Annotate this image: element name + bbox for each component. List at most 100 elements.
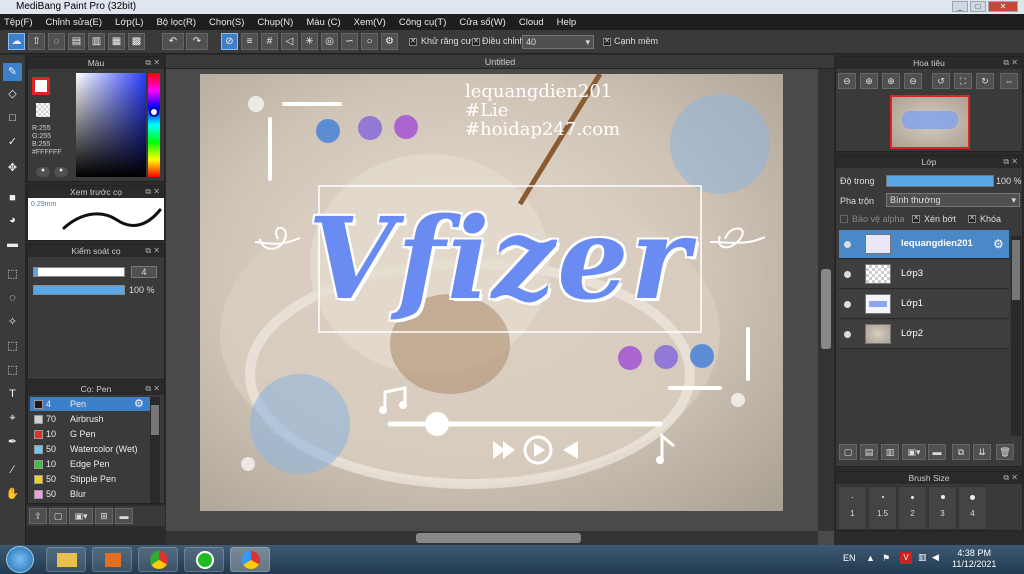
canvas-horizontal-scrollbar[interactable] — [166, 531, 818, 545]
menu-file[interactable]: Tệp(F) — [4, 17, 33, 28]
new-layer-1bit-icon[interactable]: ▥ — [881, 444, 899, 460]
brush-list-scrollbar[interactable] — [150, 397, 160, 503]
background-color-swatch[interactable] — [36, 103, 50, 117]
snap-curve-icon[interactable]: ∽ — [341, 33, 358, 50]
brush-opacity-slider[interactable] — [33, 285, 125, 295]
menu-snap[interactable]: Chụp(N) — [257, 17, 293, 28]
brush-list-item[interactable]: 50 Blur — [30, 487, 150, 501]
snap-off-icon[interactable]: ⊘ — [221, 33, 238, 50]
rotate-right-icon[interactable]: ↻ — [976, 73, 994, 89]
taskbar-media-icon[interactable] — [92, 547, 132, 572]
menu-edit[interactable]: Chỉnh sửa(E) — [46, 17, 103, 28]
hand-tool-icon[interactable]: ✋ — [3, 485, 22, 503]
fill-rect-tool-icon[interactable]: ■ — [3, 189, 22, 207]
eye-icon[interactable] — [844, 331, 851, 338]
gradient-tool-icon[interactable]: ▬ — [3, 235, 22, 253]
canvas-h-scroll-thumb[interactable] — [416, 533, 581, 543]
lasso-tool-icon[interactable]: ◌ — [3, 289, 22, 307]
antialias-checkbox[interactable]: ✕ — [409, 38, 417, 46]
minimize-button[interactable]: _ — [952, 1, 968, 12]
rotate-left-icon[interactable]: ↺ — [932, 73, 950, 89]
duplicate-layer-icon[interactable]: ⧉ — [952, 444, 970, 460]
panel-options-icon[interactable]: ⧉ ✕ — [145, 245, 160, 257]
flip-icon[interactable]: ⇔ — [1000, 73, 1018, 89]
taskbar-chrome-icon[interactable] — [138, 547, 178, 572]
bucket-tool-icon[interactable]: ◕ — [3, 211, 22, 229]
panel-options-icon[interactable]: ⧉ ✕ — [145, 186, 160, 198]
zoom-in-icon[interactable]: ⊕ — [860, 73, 878, 89]
layer-row[interactable]: Lớp3 — [839, 260, 1009, 289]
document-icon[interactable]: ▤ — [68, 33, 85, 50]
menu-layer[interactable]: Lớp(L) — [115, 17, 143, 28]
menu-help[interactable]: Help — [557, 17, 577, 28]
layer-add-menu-icon[interactable]: ▣▾ — [902, 444, 926, 460]
brush-list-item[interactable]: 4 Pen ⚙ — [30, 397, 150, 411]
cloud-icon[interactable]: ☁ — [8, 33, 25, 50]
language-indicator[interactable]: EN — [843, 553, 856, 563]
brush-size-cell[interactable]: 1 — [838, 486, 867, 530]
artwork-canvas[interactable]: lequangdien201 #Lie #hoidap247.com Vfize… — [200, 74, 783, 511]
eye-icon[interactable] — [844, 271, 851, 278]
layer-list-scrollbar[interactable] — [1011, 236, 1021, 436]
new-layer-8bit-icon[interactable]: ▤ — [860, 444, 878, 460]
menu-view[interactable]: Xem(V) — [354, 17, 386, 28]
brush-tool-icon[interactable]: ✎ — [3, 63, 22, 81]
snap-circle-icon[interactable]: ○ — [361, 33, 378, 50]
color-palette-icon[interactable]: ● — [36, 167, 50, 177]
menu-color[interactable]: Màu (C) — [306, 17, 340, 28]
layer-blend-select[interactable]: Bình thường ▾ — [886, 193, 1020, 207]
rectangle-tool-icon[interactable]: □ — [3, 109, 22, 127]
brush-list-item[interactable]: 50 Stipple Pen — [30, 472, 150, 486]
snap-radial-icon[interactable]: ✳ — [301, 33, 318, 50]
eyedropper-tool-icon[interactable]: ⁄ — [3, 461, 22, 479]
panel-options-icon[interactable]: ⧉ ✕ — [1003, 156, 1018, 168]
panel-options-icon[interactable]: ⧉ ✕ — [145, 57, 160, 69]
color-add-icon[interactable]: ● — [54, 167, 68, 177]
brush-list-scroll-thumb[interactable] — [151, 405, 159, 435]
menu-filter[interactable]: Bộ lọc(R) — [156, 17, 196, 28]
flag-icon[interactable]: ⚑ — [882, 553, 890, 564]
snap-concentric-icon[interactable]: ◎ — [321, 33, 338, 50]
pen-tool-icon[interactable]: ✓ — [3, 133, 22, 151]
new-layer-icon[interactable]: ▢ — [839, 444, 857, 460]
layer-scroll-thumb[interactable] — [1012, 240, 1020, 300]
gear-icon[interactable]: ⚙ — [993, 237, 1004, 251]
comment-icon[interactable]: ◌ — [48, 33, 65, 50]
clip-checkbox[interactable]: ✕ — [912, 215, 920, 223]
soft-edge-checkbox[interactable]: ✕ — [603, 38, 611, 46]
panel-options-icon[interactable]: ⧉ ✕ — [1003, 472, 1018, 484]
canvas-tab[interactable]: Untitled — [166, 55, 834, 69]
saturation-picker[interactable] — [76, 73, 146, 177]
brush-list-item[interactable]: 70 Airbrush — [30, 412, 150, 426]
brush-add-icon[interactable]: ⇪ — [29, 508, 47, 524]
redo-icon[interactable]: ↷ — [186, 33, 208, 50]
layer-row[interactable]: Lớp2 — [839, 320, 1009, 349]
canvas-vertical-scrollbar[interactable] — [818, 69, 834, 531]
brush-size-input[interactable]: 4 — [131, 266, 157, 278]
taskbar-app-icon[interactable] — [184, 547, 224, 572]
zoom-plus-icon[interactable]: ⊕ — [882, 73, 900, 89]
text-tool-icon[interactable]: T — [3, 385, 22, 403]
menu-select[interactable]: Chọn(S) — [209, 17, 244, 28]
brush-list-item[interactable]: 10 G Pen — [30, 427, 150, 441]
snap-grid-icon[interactable]: # — [261, 33, 278, 50]
layer-folder-icon[interactable]: ▬ — [928, 444, 946, 460]
zoom-out-icon[interactable]: ⊖ — [838, 73, 856, 89]
layer-row[interactable]: Lớp1 — [839, 290, 1009, 319]
grid-icon[interactable]: ▦ — [108, 33, 125, 50]
brush-size-slider[interactable] — [33, 267, 125, 277]
adjust-checkbox[interactable]: ✕ — [472, 38, 480, 46]
panel-options-icon[interactable]: ⧉ ✕ — [145, 383, 160, 395]
trash-icon[interactable]: 🗑 — [996, 444, 1014, 460]
brush-copy-icon[interactable]: ▣▾ — [69, 508, 93, 524]
taskbar-medibang-icon[interactable] — [230, 547, 270, 572]
gear-icon[interactable]: ⚙ — [134, 397, 144, 411]
lock-checkbox[interactable]: ✕ — [968, 215, 976, 223]
menu-tools[interactable]: Công cụ(T) — [399, 17, 447, 28]
menu-window[interactable]: Cửa sổ(W) — [459, 17, 505, 28]
chevron-up-icon[interactable]: ▲ — [866, 553, 875, 563]
operation-tool-icon[interactable]: ⌖ — [3, 409, 22, 427]
brush-list-item[interactable]: 10 Edge Pen — [30, 457, 150, 471]
snap-vanish-icon[interactable]: ◁ — [281, 33, 298, 50]
eye-icon[interactable] — [844, 301, 851, 308]
